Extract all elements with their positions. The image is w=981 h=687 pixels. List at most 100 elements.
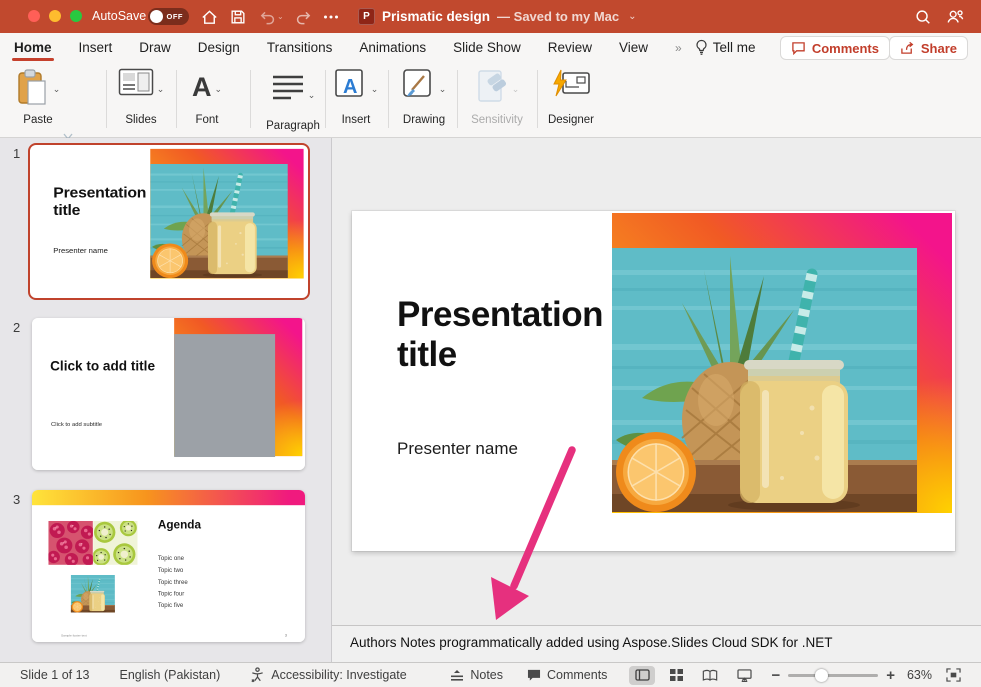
slide-thumbnail-1[interactable]: Presentation title Presenter name bbox=[28, 143, 310, 300]
paragraph-label: Paragraph bbox=[258, 120, 328, 132]
tab-draw[interactable]: Draw bbox=[139, 33, 171, 62]
thumb1-photo bbox=[150, 164, 288, 278]
thumb2-title: Click to add title bbox=[50, 359, 163, 375]
slide-title-text[interactable]: Presentation title bbox=[397, 295, 647, 374]
home-icon[interactable] bbox=[198, 6, 220, 28]
fit-slide-to-window-button[interactable] bbox=[946, 668, 961, 682]
lightbulb-icon bbox=[695, 39, 708, 56]
title-chevron-icon: ⌄ bbox=[628, 11, 636, 22]
powerpoint-app-icon: P bbox=[358, 8, 375, 25]
accessibility-label: Accessibility: Investigate bbox=[271, 668, 406, 682]
zoom-window-button[interactable] bbox=[70, 10, 82, 22]
notes-icon bbox=[450, 669, 464, 682]
speaker-notes-text[interactable]: Authors Notes programmatically added usi… bbox=[350, 635, 832, 650]
share-button[interactable]: Share bbox=[889, 36, 968, 60]
tab-insert[interactable]: Insert bbox=[79, 33, 113, 62]
thumbnail-number: 3 bbox=[13, 492, 20, 507]
close-window-button[interactable] bbox=[28, 10, 40, 22]
topic-item: Topic five bbox=[158, 600, 188, 612]
zoom-slider[interactable] bbox=[788, 674, 878, 677]
zoom-percentage[interactable]: 63% bbox=[907, 668, 932, 682]
comments-toggle[interactable]: Comments bbox=[527, 668, 607, 682]
tell-me-label: Tell me bbox=[713, 40, 756, 55]
svg-text:A: A bbox=[343, 76, 357, 98]
designer-button[interactable]: Designer bbox=[540, 68, 602, 126]
drawing-button[interactable]: ⌄ Drawing bbox=[394, 68, 454, 126]
zoom-slider-thumb[interactable] bbox=[815, 669, 828, 682]
search-icon[interactable] bbox=[912, 6, 934, 28]
slide-sorter-view-button[interactable] bbox=[663, 666, 689, 685]
designer-label: Designer bbox=[540, 114, 602, 126]
reading-view-button[interactable] bbox=[697, 666, 723, 685]
slideshow-view-button[interactable] bbox=[731, 666, 757, 685]
thumb3-photo-collage bbox=[48, 521, 137, 629]
slide-subtitle-text[interactable]: Presenter name bbox=[397, 439, 518, 459]
accessibility-checker[interactable]: Accessibility: Investigate bbox=[250, 667, 406, 683]
more-toolbar-icon[interactable] bbox=[320, 6, 342, 28]
slide-thumbnail-3[interactable]: Agenda Topic one Topic two Topic three T… bbox=[32, 490, 305, 642]
share-button-label: Share bbox=[921, 41, 957, 56]
thumb3-gradient-bar bbox=[32, 490, 305, 505]
language-selector[interactable]: English (Pakistan) bbox=[120, 668, 221, 682]
sensitivity-button: ⌄ Sensitivity bbox=[462, 68, 532, 126]
redo-icon[interactable] bbox=[292, 6, 314, 28]
designer-icon bbox=[551, 68, 591, 100]
comments-button-label: Comments bbox=[812, 41, 879, 56]
normal-view-button[interactable] bbox=[629, 666, 655, 685]
main-slide-canvas[interactable]: Presentation title Presenter name bbox=[352, 211, 955, 551]
slides-label: Slides bbox=[110, 114, 172, 126]
slide-smoothie-photo[interactable] bbox=[612, 248, 917, 512]
save-icon[interactable] bbox=[227, 6, 249, 28]
slide-counter[interactable]: Slide 1 of 13 bbox=[20, 668, 90, 682]
slides-button[interactable]: ⌄ Slides bbox=[110, 68, 172, 126]
zoom-in-button[interactable]: + bbox=[886, 667, 895, 684]
zoom-out-button[interactable]: − bbox=[771, 667, 780, 684]
slide-editing-area: Presentation title Presenter name bbox=[332, 138, 981, 625]
normal-view-icon bbox=[635, 669, 650, 681]
tab-overflow-indicator[interactable]: » bbox=[675, 41, 681, 55]
tab-home[interactable]: Home bbox=[14, 33, 52, 62]
notes-toggle[interactable]: Notes bbox=[450, 668, 503, 682]
slideshow-icon bbox=[737, 669, 752, 682]
comments-toggle-label: Comments bbox=[547, 668, 607, 682]
tab-review[interactable]: Review bbox=[548, 33, 592, 62]
undo-icon[interactable] bbox=[256, 6, 278, 28]
thumbnail-number: 1 bbox=[13, 146, 20, 161]
insert-button[interactable]: A ⌄ Insert bbox=[328, 68, 384, 126]
tell-me-control[interactable]: Tell me bbox=[695, 39, 756, 56]
document-save-status: — Saved to my Mac bbox=[497, 9, 619, 24]
thumbnail-number: 2 bbox=[13, 320, 20, 335]
undo-chevron-icon[interactable]: ⌄ bbox=[277, 12, 284, 21]
thumb2-subtitle: Click to add subtitle bbox=[51, 421, 102, 428]
paragraph-button[interactable]: ⌄ Paragraph bbox=[258, 68, 328, 132]
topic-item: Topic one bbox=[158, 553, 188, 565]
topic-item: Topic three bbox=[158, 576, 188, 588]
tab-slide-show[interactable]: Slide Show bbox=[453, 33, 521, 62]
minimize-window-button[interactable] bbox=[49, 10, 61, 22]
tab-animations[interactable]: Animations bbox=[359, 33, 426, 62]
insert-label: Insert bbox=[328, 114, 384, 126]
slide-thumbnail-2[interactable]: Click to add title Click to add subtitle bbox=[32, 318, 305, 470]
autosave-toggle[interactable]: OFF bbox=[148, 8, 189, 25]
notes-toggle-label: Notes bbox=[470, 668, 503, 682]
presence-contacts-icon[interactable] bbox=[944, 6, 966, 28]
tab-view[interactable]: View bbox=[619, 33, 648, 62]
thumb3-title: Agenda bbox=[158, 518, 201, 532]
sensitivity-tags-icon bbox=[475, 68, 509, 104]
status-bar: Slide 1 of 13 English (Pakistan) Accessi… bbox=[0, 662, 981, 687]
document-title-group[interactable]: P Prismatic design — Saved to my Mac ⌄ bbox=[358, 0, 637, 33]
notes-panel[interactable]: Authors Notes programmatically added usi… bbox=[332, 625, 981, 662]
comment-bubble-icon bbox=[791, 41, 806, 55]
paste-button[interactable]: ⌄ Paste bbox=[8, 68, 68, 126]
drawing-label: Drawing bbox=[394, 114, 454, 126]
topic-item: Topic four bbox=[158, 588, 188, 600]
autosave-label: AutoSave bbox=[92, 0, 146, 33]
autosave-state: OFF bbox=[167, 8, 184, 25]
paste-label: Paste bbox=[8, 114, 68, 126]
comments-button[interactable]: Comments bbox=[780, 36, 890, 60]
tab-transitions[interactable]: Transitions bbox=[267, 33, 333, 62]
tab-design[interactable]: Design bbox=[198, 33, 240, 62]
thumb3-slide-number: 3 bbox=[285, 633, 287, 637]
font-button[interactable]: A ⌄ Font bbox=[180, 68, 234, 126]
thumb2-placeholder bbox=[174, 334, 275, 457]
